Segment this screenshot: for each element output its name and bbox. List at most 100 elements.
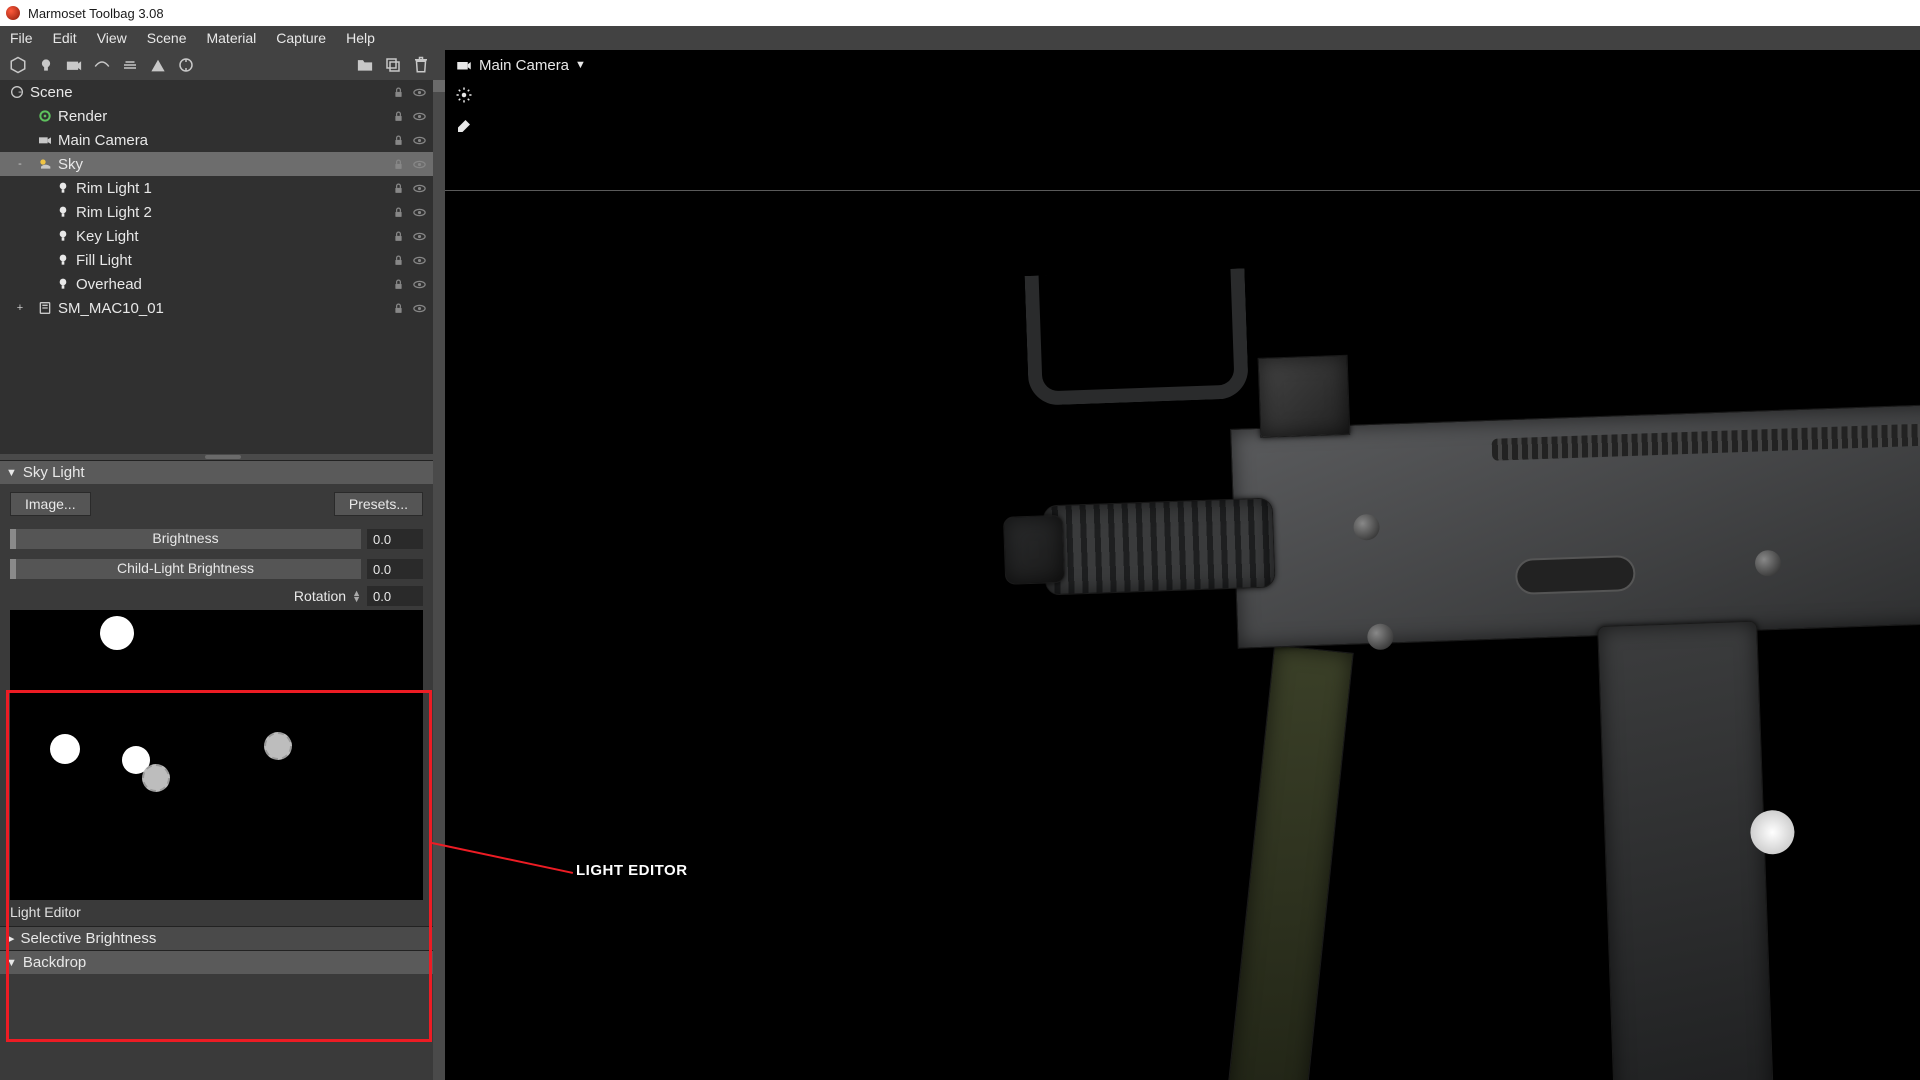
mesh-icon: [36, 299, 54, 317]
menubar: File Edit View Scene Material Capture He…: [0, 26, 1920, 50]
child-brightness-slider[interactable]: Child-Light Brightness: [10, 559, 361, 579]
skylight-title: Sky Light: [23, 464, 85, 481]
tree-item-label: Scene: [30, 84, 73, 101]
viewport[interactable]: Main Camera ▼: [445, 50, 1920, 1080]
camera-icon: [455, 56, 473, 74]
tree-row-rim-light-2[interactable]: Rim Light 2: [0, 200, 433, 224]
tree-item-label: SM_MAC10_01: [58, 300, 164, 317]
viewport-brush-icon[interactable]: [455, 117, 473, 138]
rotation-spinner[interactable]: ▲▼: [352, 590, 361, 602]
menu-file[interactable]: File: [6, 28, 43, 48]
tree-row-rim-light-1[interactable]: Rim Light 1: [0, 176, 433, 200]
menu-edit[interactable]: Edit: [43, 28, 87, 48]
child-brightness-value[interactable]: 0.0: [367, 559, 423, 579]
scene-tree[interactable]: -SceneRenderMain Camera-SkyRim Light 1Ri…: [0, 80, 445, 454]
tree-row-sm-mac10-01[interactable]: + SM_MAC10_01: [0, 296, 433, 320]
light-icon: [54, 227, 72, 245]
light-icon: [54, 251, 72, 269]
app-logo-icon: [6, 6, 20, 20]
add-camera-icon[interactable]: [62, 53, 86, 77]
camera-selector[interactable]: Main Camera ▼: [455, 56, 586, 74]
duplicate-icon[interactable]: [381, 53, 405, 77]
selective-brightness-header[interactable]: ▶ Selective Brightness: [0, 926, 433, 950]
tree-item-label: Key Light: [76, 228, 139, 245]
light-icon: [54, 275, 72, 293]
titlebar: Marmoset Toolbag 3.08: [0, 0, 1920, 26]
backdrop-header[interactable]: ▼ Backdrop: [0, 950, 433, 974]
camera-icon: [36, 131, 54, 149]
presets-button[interactable]: Presets...: [334, 492, 423, 516]
light-dot-fill[interactable]: [142, 764, 170, 792]
tree-item-label: Rim Light 1: [76, 180, 152, 197]
tree-row-fill-light[interactable]: Fill Light: [0, 248, 433, 272]
tree-row-controls[interactable]: [391, 157, 427, 172]
add-cube-icon[interactable]: [6, 53, 30, 77]
image-button[interactable]: Image...: [10, 492, 91, 516]
tree-row-controls[interactable]: [391, 253, 427, 268]
menu-help[interactable]: Help: [336, 28, 385, 48]
properties-panel: ▼ Sky Light Image... Presets... Brightne…: [0, 460, 445, 1080]
app-title: Marmoset Toolbag 3.08: [28, 6, 164, 21]
add-light-icon[interactable]: [34, 53, 58, 77]
rotation-value[interactable]: 0.0: [367, 586, 423, 606]
menu-capture[interactable]: Capture: [266, 28, 336, 48]
viewport-settings-icon[interactable]: [455, 86, 473, 107]
tree-row-sky[interactable]: - Sky: [0, 152, 433, 176]
brightness-slider[interactable]: Brightness: [10, 529, 361, 549]
tree-row-overhead[interactable]: Overhead: [0, 272, 433, 296]
sidebar: -SceneRenderMain Camera-SkyRim Light 1Ri…: [0, 50, 445, 1080]
collapse-arrow-icon: ▼: [6, 957, 17, 969]
menu-scene[interactable]: Scene: [137, 28, 197, 48]
skylight-header[interactable]: ▼ Sky Light: [0, 460, 433, 484]
tree-item-label: Fill Light: [76, 252, 132, 269]
brightness-value[interactable]: 0.0: [367, 529, 423, 549]
viewport-divider: [445, 190, 1920, 191]
tree-row-controls[interactable]: [391, 181, 427, 196]
light-editor-canvas[interactable]: [10, 610, 423, 900]
light-editor-label: Light Editor: [0, 900, 433, 926]
delete-icon[interactable]: [409, 53, 433, 77]
tree-row-main-camera[interactable]: Main Camera: [0, 128, 433, 152]
tree-row-render[interactable]: Render: [0, 104, 433, 128]
tree-row-controls[interactable]: [391, 229, 427, 244]
brightness-label: Brightness: [10, 530, 361, 546]
tree-item-label: Rim Light 2: [76, 204, 152, 221]
camera-label: Main Camera: [479, 57, 569, 74]
expand-arrow-icon: ▶: [6, 932, 14, 945]
tree-item-label: Sky: [58, 156, 83, 173]
properties-scrollbar[interactable]: [433, 460, 445, 472]
tree-toggle-icon[interactable]: -: [14, 158, 26, 170]
annotation-text: LIGHT EDITOR: [576, 862, 688, 879]
scene-tree-scrollbar[interactable]: [433, 80, 445, 92]
menu-material[interactable]: Material: [196, 28, 266, 48]
viewport-header: Main Camera ▼: [445, 50, 1920, 86]
light-dot-rim1[interactable]: [50, 734, 80, 764]
tree-row-controls[interactable]: [391, 109, 427, 124]
add-turntable-icon[interactable]: [174, 53, 198, 77]
chevron-down-icon: ▼: [575, 59, 586, 71]
add-shadow-icon[interactable]: [146, 53, 170, 77]
menu-view[interactable]: View: [87, 28, 137, 48]
tree-item-label: Main Camera: [58, 132, 148, 149]
tree-toggle-icon[interactable]: +: [14, 302, 26, 314]
selective-brightness-title: Selective Brightness: [20, 930, 156, 947]
tree-toggle-icon[interactable]: -: [14, 86, 26, 98]
add-sky-icon[interactable]: [90, 53, 114, 77]
render-icon: [36, 107, 54, 125]
tree-row-scene[interactable]: -Scene: [0, 80, 433, 104]
tree-row-controls[interactable]: [391, 133, 427, 148]
light-icon: [54, 179, 72, 197]
light-icon: [54, 203, 72, 221]
tree-row-controls[interactable]: [391, 301, 427, 316]
light-dot-overhead[interactable]: [100, 616, 134, 650]
add-fog-icon[interactable]: [118, 53, 142, 77]
light-dot-rim2[interactable]: [264, 732, 292, 760]
tree-row-key-light[interactable]: Key Light: [0, 224, 433, 248]
tree-item-label: Render: [58, 108, 107, 125]
viewport-render-content: [1025, 245, 1920, 1080]
tree-row-controls[interactable]: [391, 277, 427, 292]
tree-row-controls[interactable]: [391, 85, 427, 100]
folder-icon[interactable]: [353, 53, 377, 77]
backdrop-title: Backdrop: [23, 954, 86, 971]
tree-row-controls[interactable]: [391, 205, 427, 220]
